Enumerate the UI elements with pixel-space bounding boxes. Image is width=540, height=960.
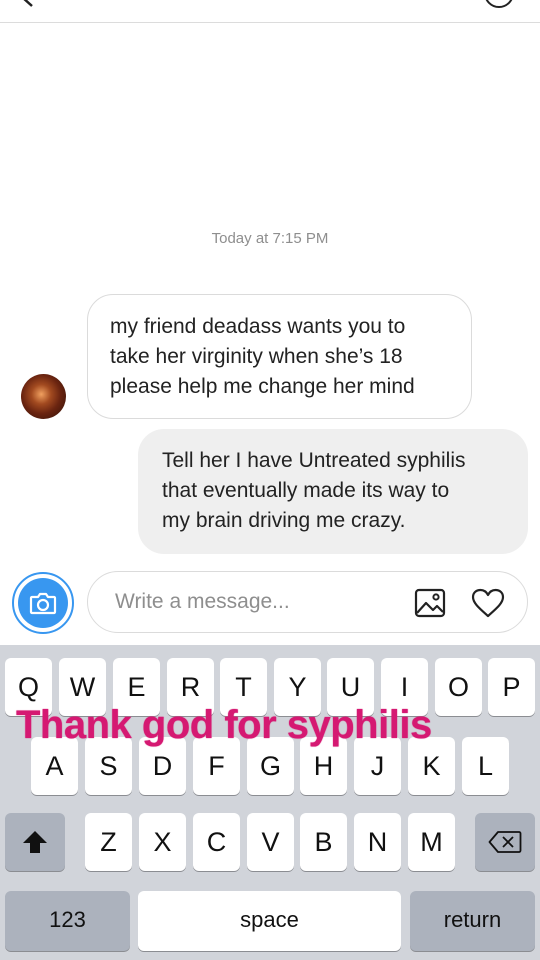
camera-icon — [29, 592, 57, 615]
numbers-key[interactable]: 123 — [5, 891, 130, 951]
heart-icon[interactable] — [471, 588, 505, 618]
key-c[interactable]: C — [193, 813, 240, 871]
key-p[interactable]: P — [488, 658, 535, 716]
key-o[interactable]: O — [435, 658, 482, 716]
message-input[interactable]: Write a message... — [115, 590, 290, 614]
info-icon[interactable] — [484, 0, 514, 8]
return-key[interactable]: return — [410, 891, 535, 951]
image-icon[interactable] — [414, 588, 446, 618]
key-v[interactable]: V — [247, 813, 294, 871]
shift-icon — [23, 831, 47, 853]
shift-key[interactable] — [5, 813, 65, 871]
message-timestamp: Today at 7:15 PM — [211, 230, 329, 247]
key-b[interactable]: B — [300, 813, 347, 871]
key-x[interactable]: X — [139, 813, 186, 871]
message-bubble-outgoing[interactable]: Tell her I have Untreated syphilis that … — [138, 429, 528, 554]
key-m[interactable]: M — [408, 813, 455, 871]
camera-icon-wrap — [18, 578, 68, 628]
message-composer[interactable]: Write a message... — [87, 571, 528, 633]
backspace-icon — [488, 831, 522, 853]
dm-thread-screen: Today at 7:15 PM my friend deadass wants… — [0, 0, 540, 960]
key-z[interactable]: Z — [85, 813, 132, 871]
chevron-left-icon[interactable] — [16, 0, 38, 8]
thread-header — [0, 0, 540, 23]
avatar[interactable] — [21, 374, 66, 419]
camera-button[interactable] — [12, 572, 74, 634]
keyboard: Q W E R T Y U I O P A S D F G H J K L Z … — [0, 645, 540, 960]
backspace-key[interactable] — [475, 813, 535, 871]
key-l[interactable]: L — [462, 737, 509, 795]
message-bubble-incoming[interactable]: my friend deadass wants you to take her … — [87, 294, 472, 419]
key-n[interactable]: N — [354, 813, 401, 871]
space-key[interactable]: space — [138, 891, 401, 951]
caption-overlay: Thank god for syphilis — [16, 703, 432, 747]
